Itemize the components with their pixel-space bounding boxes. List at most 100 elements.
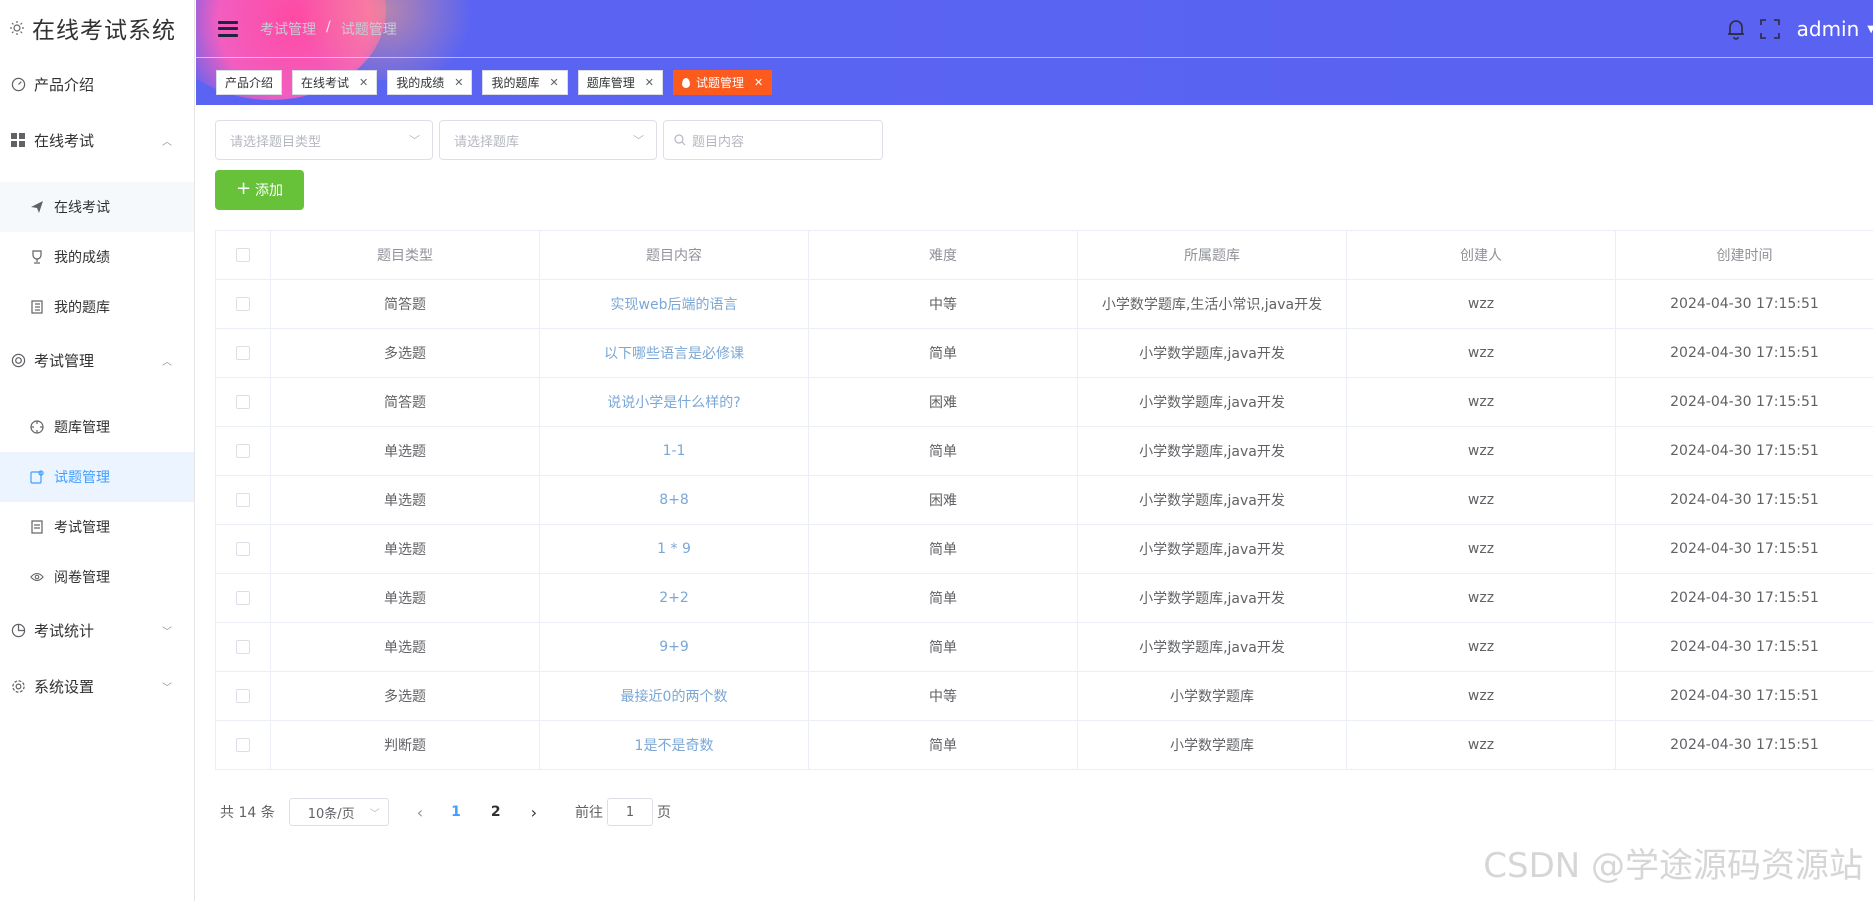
tag-question-management[interactable]: 试题管理 ✕ — [672, 70, 773, 95]
menu-item-online-exam[interactable]: 在线考试 ︿ — [0, 112, 194, 168]
sidebar-item-exam-admin[interactable]: 考试管理 — [0, 502, 194, 552]
menu-label: 系统设置 — [34, 677, 95, 696]
question-content-cell[interactable]: 最接近0的两个数 — [539, 671, 809, 721]
menu-item-system-settings[interactable]: 系统设置 ﹀ — [0, 658, 194, 714]
menu-item-exam-stats[interactable]: 考试统计 ﹀ — [0, 602, 194, 658]
table-row[interactable]: 单选题 9+9 简单 小学数学题库,java开发 wzz 2024-04-30 17:15… — [215, 622, 1873, 672]
page-number[interactable]: 1 — [451, 804, 461, 820]
menu-item-exam-management[interactable]: 考试管理 ︿ — [0, 332, 194, 388]
watermark: CSDN @学途源码资源站 — [1483, 846, 1863, 886]
tag-online-exam[interactable]: 在线考试 ✕ — [292, 70, 378, 95]
question-type-select[interactable]: 请选择题目类型 ﹀ — [215, 120, 433, 160]
question-content-cell[interactable]: 1 * 9 — [539, 524, 809, 574]
question-bank-select[interactable]: 请选择题库 ﹀ — [439, 120, 657, 160]
row-checkbox[interactable] — [236, 591, 250, 605]
select-all-checkbox[interactable] — [236, 248, 250, 262]
question-content-cell[interactable]: 以下哪些语言是必修课 — [539, 328, 809, 378]
bell-icon[interactable] — [1725, 18, 1747, 40]
row-checkbox[interactable] — [236, 542, 250, 556]
close-icon[interactable]: ✕ — [645, 76, 654, 89]
chevron-down-icon: ﹀ — [633, 134, 644, 147]
sidebar-item-bank-management[interactable]: 题库管理 — [0, 402, 194, 452]
menu-toggle-icon[interactable] — [218, 20, 238, 37]
row-checkbox[interactable] — [236, 395, 250, 409]
tag-bank-management[interactable]: 题库管理 ✕ — [577, 70, 663, 95]
sidebar-item-label: 试题管理 — [54, 470, 110, 486]
question-content-cell[interactable]: 8+8 — [539, 475, 809, 525]
next-page-button[interactable]: › — [531, 803, 537, 822]
column-header[interactable]: 难度 — [808, 230, 1078, 280]
column-header[interactable]: 所属题库 — [1077, 230, 1347, 280]
sidebar-item-online-exam[interactable]: 在线考试 — [0, 182, 194, 232]
table-row[interactable]: 单选题 1 * 9 简单 小学数学题库,java开发 wzz 2024-04-30 17:… — [215, 524, 1873, 574]
table-row[interactable]: 单选题 2+2 简单 小学数学题库,java开发 wzz 2024-04-30 17:15… — [215, 573, 1873, 623]
question-content-cell[interactable]: 1-1 — [539, 426, 809, 476]
tag-product-intro[interactable]: 产品介绍 — [216, 70, 283, 95]
created-time-cell: 2024-04-30 17:15:51 — [1615, 377, 1873, 427]
caret-down-icon[interactable]: ▼ — [1867, 24, 1873, 35]
close-icon[interactable]: ✕ — [359, 76, 368, 89]
chevron-down-icon: ﹀ — [409, 134, 420, 147]
creator-cell: wzz — [1346, 720, 1616, 770]
table-row[interactable]: 简答题 实现web后端的语言 中等 小学数学题库,生活小常识,java开发 wzz 202… — [215, 279, 1873, 329]
menu-item-product-intro[interactable]: 产品介绍 — [0, 56, 194, 112]
prev-page-button[interactable]: ‹ — [417, 803, 423, 822]
question-content-cell[interactable]: 2+2 — [539, 573, 809, 623]
row-checkbox[interactable] — [236, 689, 250, 703]
row-checkbox[interactable] — [236, 444, 250, 458]
add-button[interactable]: + 添加 — [215, 170, 304, 210]
tag-my-scores[interactable]: 我的成绩 ✕ — [387, 70, 473, 95]
breadcrumb-item[interactable]: 考试管理 — [260, 19, 316, 39]
table-row[interactable]: 单选题 8+8 困难 小学数学题库,java开发 wzz 2024-04-30 17:15… — [215, 475, 1873, 525]
sidebar-item-label: 我的成绩 — [54, 250, 110, 266]
bank-cell: 小学数学题库,java开发 — [1077, 377, 1347, 427]
logo[interactable]: 在线考试系统 — [0, 0, 194, 56]
sidebar-item-label: 在线考试 — [54, 200, 110, 216]
goto-page-input[interactable]: 1 — [607, 798, 654, 826]
question-type-cell: 单选题 — [270, 573, 540, 623]
table-row[interactable]: 多选题 以下哪些语言是必修课 简单 小学数学题库,java开发 wzz 2024-04-3… — [215, 328, 1873, 378]
tag-my-bank[interactable]: 我的题库 ✕ — [482, 70, 568, 95]
table-header-row: 题目类型 题目内容 难度 所属题库 创建人 创建时间 — [215, 230, 1873, 280]
chevron-up-icon: ︿ — [162, 356, 172, 368]
row-checkbox[interactable] — [236, 493, 250, 507]
creator-cell: wzz — [1346, 524, 1616, 574]
sidebar-item-grading[interactable]: 阅卷管理 — [0, 552, 194, 602]
row-checkbox[interactable] — [236, 297, 250, 311]
row-select-cell — [215, 475, 271, 525]
sidebar-item-question-management[interactable]: 试题管理 — [0, 452, 194, 502]
question-content-cell[interactable]: 9+9 — [539, 622, 809, 672]
row-checkbox[interactable] — [236, 346, 250, 360]
fullscreen-icon[interactable] — [1759, 18, 1781, 40]
sidebar-item-my-bank[interactable]: 我的题库 — [0, 282, 194, 332]
row-checkbox[interactable] — [236, 738, 250, 752]
table-row[interactable]: 多选题 最接近0的两个数 中等 小学数学题库 wzz 2024-04-30 17:15:5… — [215, 671, 1873, 721]
chevron-up-icon: ︿ — [162, 136, 172, 148]
column-header[interactable]: 创建人 — [1346, 230, 1616, 280]
sidebar-item-label: 我的题库 — [54, 300, 110, 316]
sidebar-item-my-scores[interactable]: 我的成绩 — [0, 232, 194, 282]
question-type-cell: 单选题 — [270, 475, 540, 525]
row-checkbox[interactable] — [236, 640, 250, 654]
bank-cell: 小学数学题库,java开发 — [1077, 622, 1347, 672]
user-menu[interactable]: admin — [1797, 17, 1860, 41]
difficulty-cell: 中等 — [808, 279, 1078, 329]
table-row[interactable]: 判断题 1是不是奇数 简单 小学数学题库 wzz 2024-04-30 17:15:51 — [215, 720, 1873, 770]
table-row[interactable]: 简答题 说说小学是什么样的? 困难 小学数学题库,java开发 wzz 2024-04-3… — [215, 377, 1873, 427]
column-header[interactable]: 题目类型 — [270, 230, 540, 280]
header-actions: admin ▼ — [1725, 0, 1873, 58]
question-content-cell[interactable]: 1是不是奇数 — [539, 720, 809, 770]
close-icon[interactable]: ✕ — [754, 76, 763, 89]
question-content-search[interactable]: 题目内容 — [663, 120, 883, 160]
page-number[interactable]: 2 — [491, 804, 501, 820]
question-table: 题目类型 题目内容 难度 所属题库 创建人 创建时间 简答题 实现web后端的语言… — [215, 230, 1873, 770]
table-row[interactable]: 单选题 1-1 简单 小学数学题库,java开发 wzz 2024-04-30 17:15… — [215, 426, 1873, 476]
question-content-cell[interactable]: 实现web后端的语言 — [539, 279, 809, 329]
page-size-select[interactable]: 10条/页 ﹀ — [288, 798, 389, 826]
column-header[interactable]: 题目内容 — [539, 230, 809, 280]
column-header[interactable]: 创建时间 — [1615, 230, 1873, 280]
question-content-cell[interactable]: 说说小学是什么样的? — [539, 377, 809, 427]
topbar: 考试管理 / 试题管理 admin ▼ — [196, 0, 1873, 58]
close-icon[interactable]: ✕ — [550, 76, 559, 89]
close-icon[interactable]: ✕ — [454, 76, 463, 89]
